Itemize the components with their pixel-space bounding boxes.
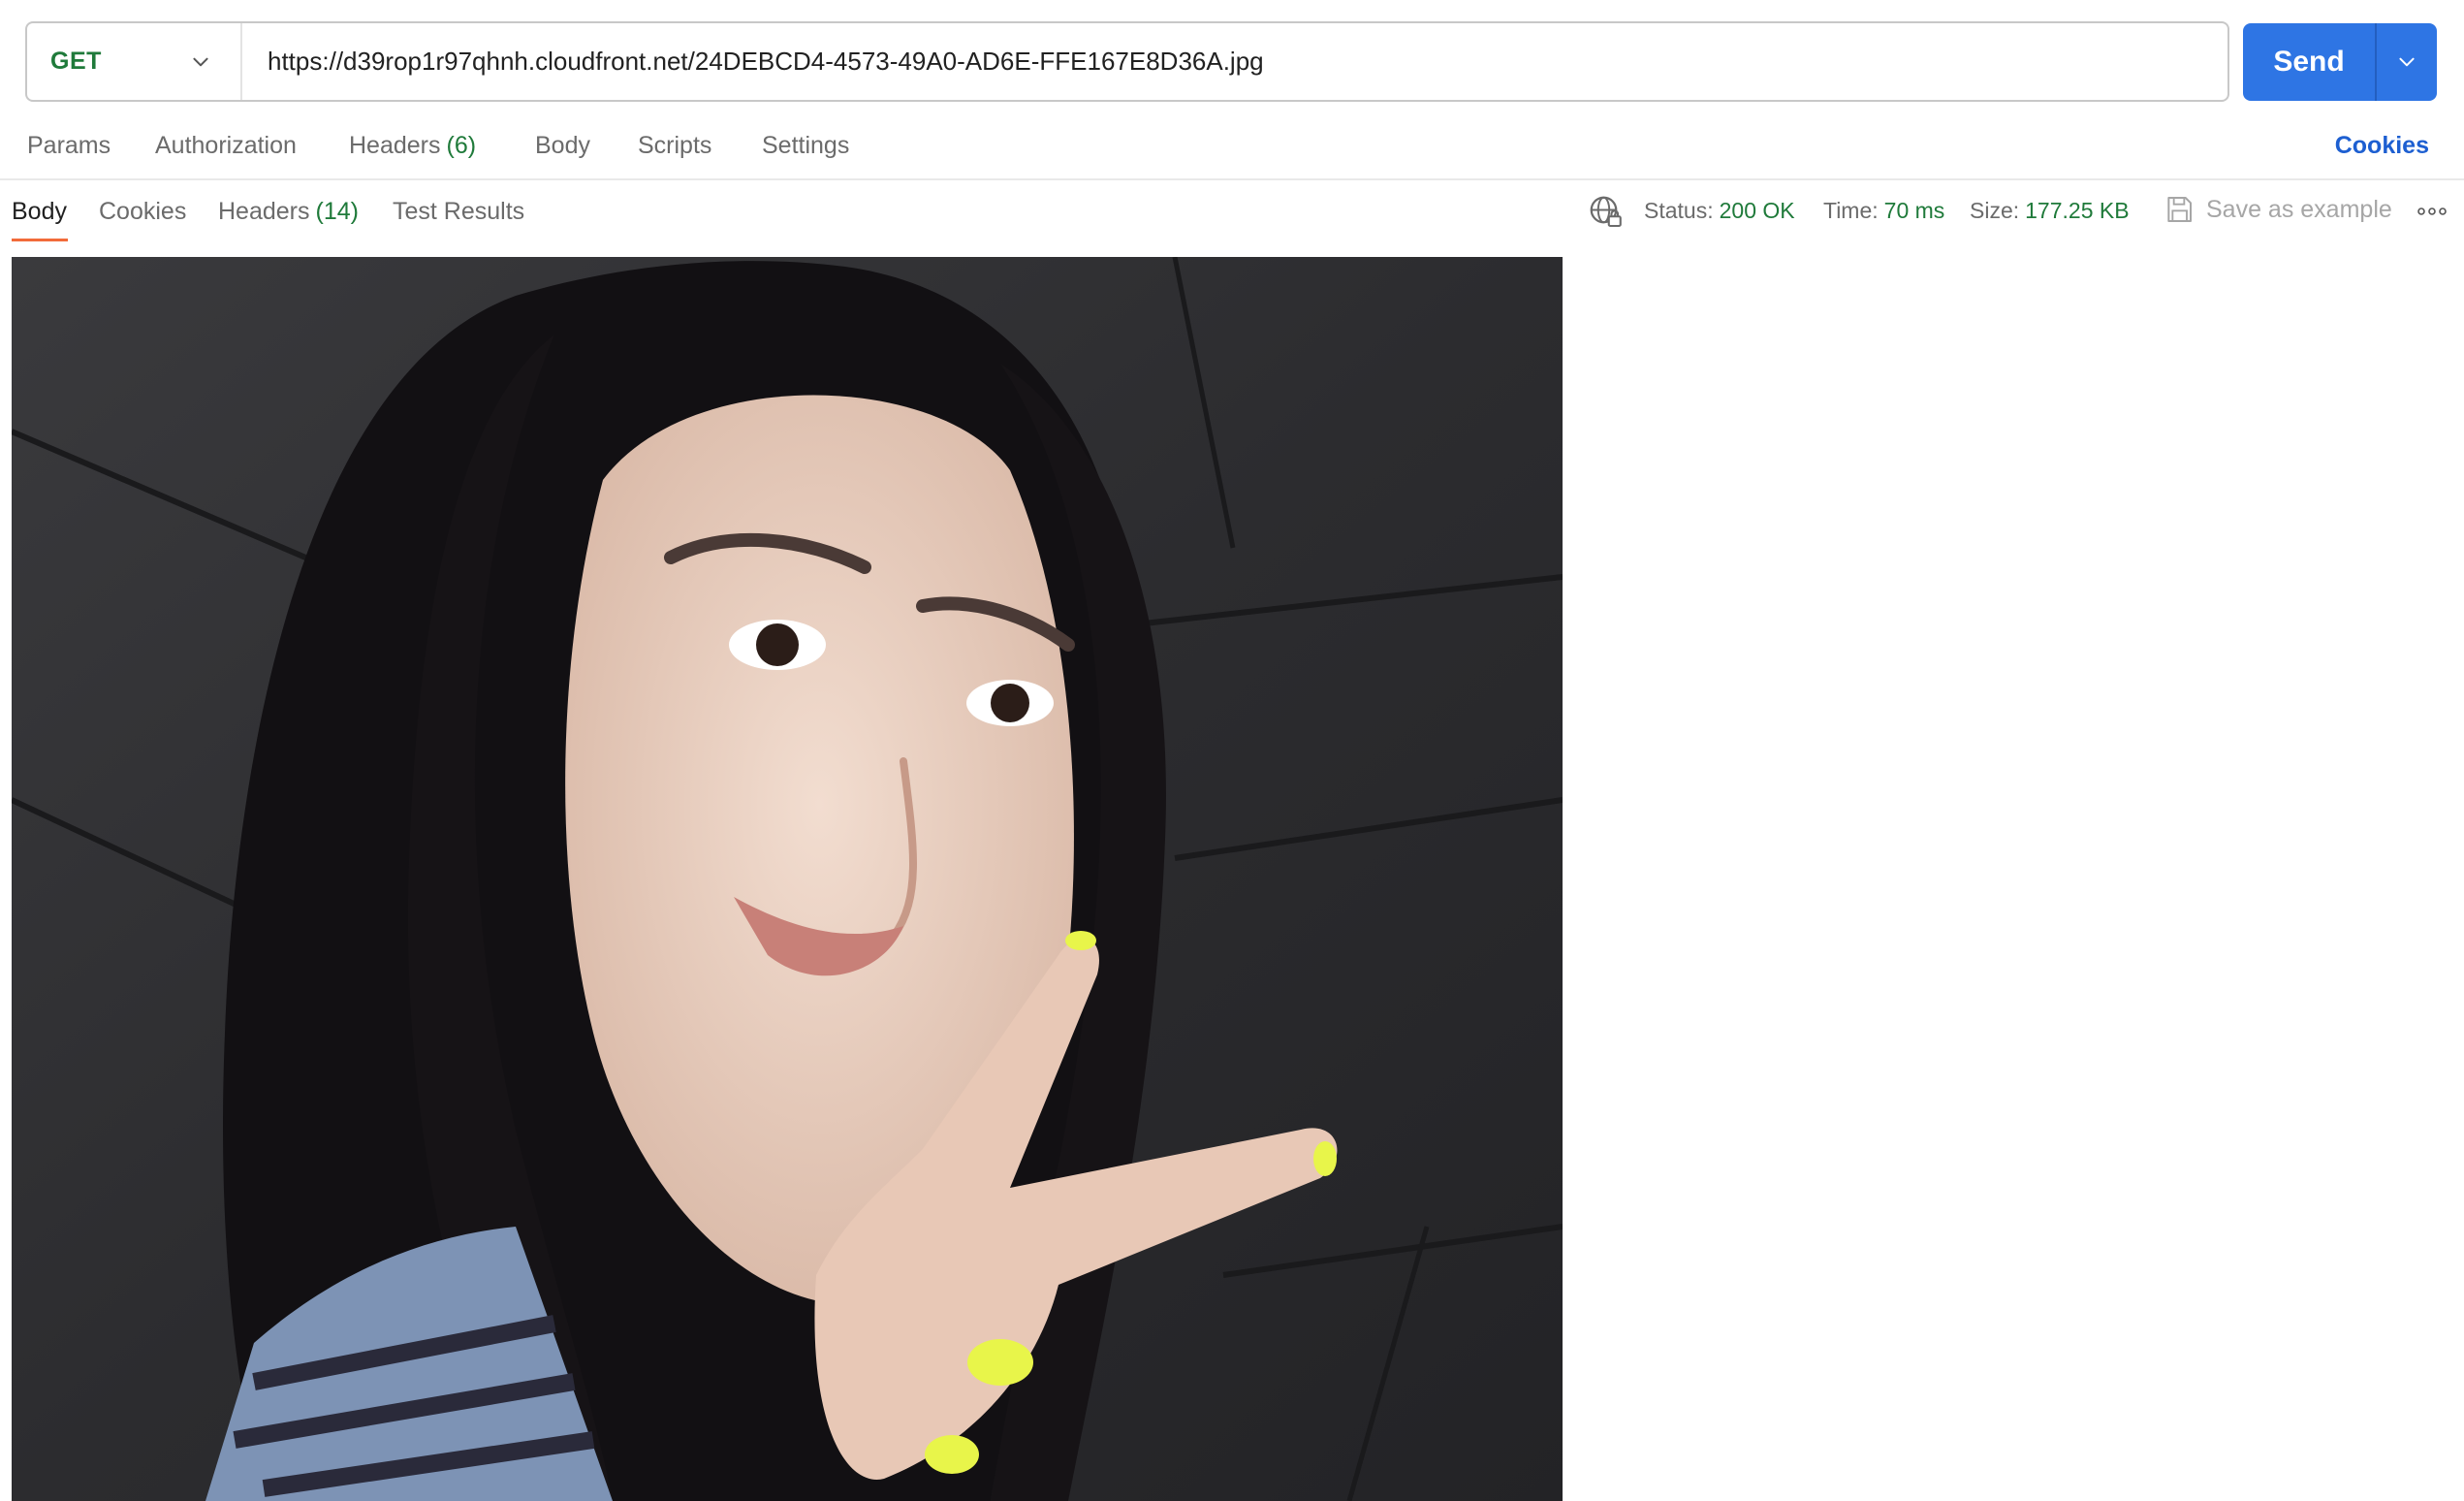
status-indicator: Status: 200 OK [1644, 198, 1795, 224]
time-indicator: Time: 70 ms [1823, 198, 1944, 224]
size-label: Size: [1970, 198, 2020, 223]
response-tab-cookies[interactable]: Cookies [99, 198, 186, 226]
tab-scripts[interactable]: Scripts [638, 132, 711, 160]
headers-count: (6) [446, 132, 477, 159]
tab-authorization[interactable]: Authorization [155, 132, 297, 160]
time-label: Time: [1823, 198, 1879, 223]
response-headers-label: Headers [218, 198, 310, 225]
response-tab-test-results[interactable]: Test Results [393, 198, 524, 226]
tab-params[interactable]: Params [27, 132, 111, 160]
chevron-down-icon [193, 57, 208, 66]
method-label: GET [50, 48, 102, 75]
active-tab-underline [12, 239, 68, 241]
tab-settings[interactable]: Settings [762, 132, 849, 160]
request-tabs: Params Authorization Headers (6) Body Scr… [0, 114, 2464, 180]
response-tabs: Body Cookies Headers (14) Test Results St… [0, 180, 2464, 244]
tab-headers-label: Headers [349, 132, 441, 159]
send-button-group: Send [2243, 23, 2437, 101]
response-headers-count: (14) [315, 198, 359, 225]
response-image [12, 257, 1563, 1501]
status-label: Status: [1644, 198, 1714, 223]
method-select[interactable]: GET [27, 23, 242, 100]
send-button[interactable]: Send [2243, 23, 2375, 101]
response-tab-body[interactable]: Body [12, 198, 67, 226]
send-options-button[interactable] [2377, 23, 2437, 101]
cookies-link[interactable]: Cookies [2335, 132, 2429, 160]
time-value: 70 ms [1883, 198, 1945, 223]
chevron-down-icon [2399, 57, 2415, 67]
response-tab-headers[interactable]: Headers (14) [218, 198, 359, 226]
tab-body[interactable]: Body [535, 132, 590, 160]
status-value: 200 OK [1719, 198, 1795, 223]
photo-placeholder [12, 257, 1563, 1501]
tab-headers[interactable]: Headers (6) [349, 132, 476, 160]
size-value: 177.25 KB [2025, 198, 2130, 223]
save-as-example-button[interactable]: Save as example [2206, 196, 2392, 224]
ellipsis-icon[interactable] [2417, 206, 2447, 217]
postman-request-view: GET https://d39rop1r97qhnh.cloudfront.ne… [0, 0, 2464, 1501]
url-input[interactable]: https://d39rop1r97qhnh.cloudfront.net/24… [242, 47, 2227, 77]
size-indicator: Size: 177.25 KB [1970, 198, 2130, 224]
floppy-disk-icon [2167, 197, 2192, 222]
globe-lock-icon[interactable] [1588, 194, 1623, 229]
request-bar: GET https://d39rop1r97qhnh.cloudfront.ne… [25, 21, 2229, 102]
